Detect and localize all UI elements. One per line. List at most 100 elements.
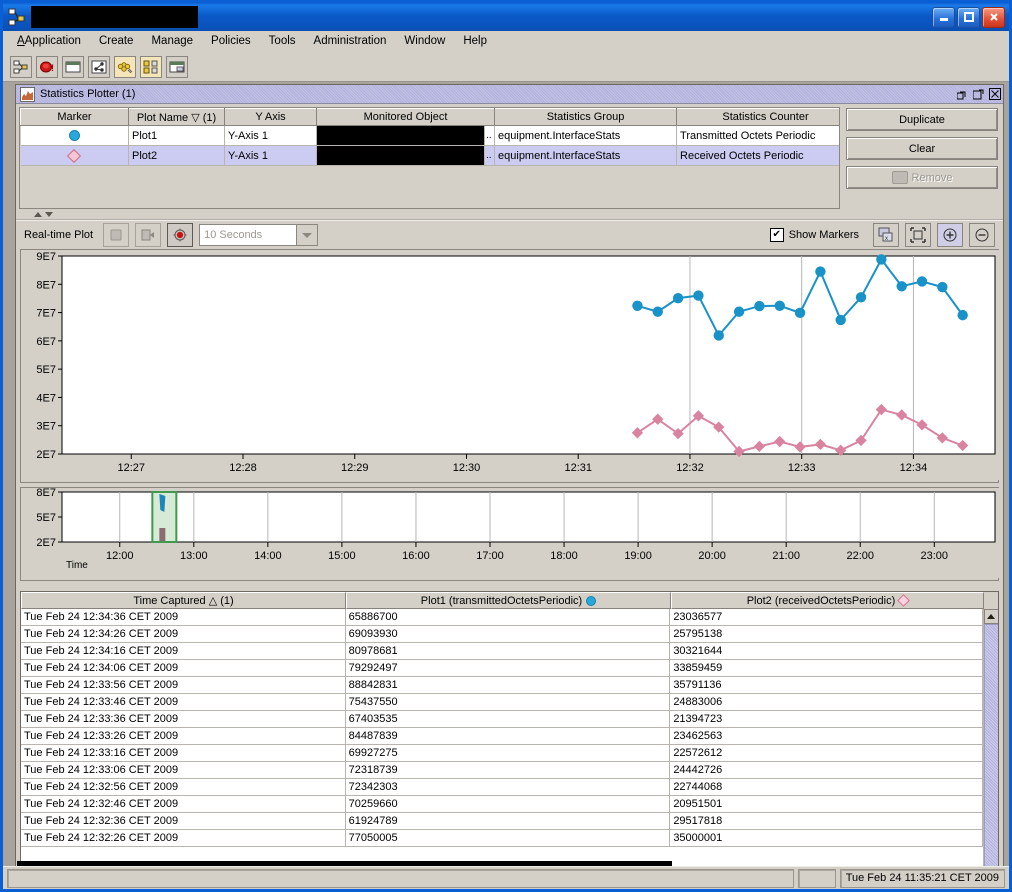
data-table-scrollbar[interactable]	[983, 609, 998, 866]
circle-marker-icon	[916, 276, 928, 287]
table-row[interactable]: Tue Feb 24 12:33:26 CET 2009 84487839 2346…	[21, 728, 983, 745]
table-row[interactable]: Tue Feb 24 12:32:46 CET 2009 70259660 2095…	[21, 796, 983, 813]
y-tick-label: 4E7	[36, 392, 56, 404]
alarm-icon[interactable]: !	[36, 55, 58, 78]
menu-help[interactable]: Help	[454, 33, 496, 49]
menu-policies[interactable]: Policies	[202, 33, 260, 49]
network-map-icon[interactable]	[88, 55, 110, 78]
menu-administration[interactable]: Administration	[305, 33, 396, 49]
overview-y-tick-label: 5E7	[36, 512, 56, 524]
topology-icon[interactable]	[10, 55, 32, 78]
checkbox-box[interactable]: ✔	[769, 228, 784, 242]
minimize-button[interactable]	[932, 6, 955, 28]
duplicate-button[interactable]: Duplicate	[846, 108, 998, 131]
plots-action-buttons: Duplicate Clear Remove	[840, 107, 1000, 209]
col-statistics-group[interactable]: Statistics Group	[494, 108, 678, 126]
pause-icon[interactable]	[103, 223, 130, 247]
table-row[interactable]: Tue Feb 24 12:34:06 CET 2009 79292497 3385…	[21, 660, 983, 677]
scroll-up-icon[interactable]	[983, 609, 998, 624]
circle-marker-icon	[672, 292, 684, 304]
scrollbar-thumb[interactable]	[983, 624, 998, 866]
plot1-value-cell: 67403535	[346, 711, 671, 727]
close-icon[interactable]	[988, 88, 1001, 101]
plots-splitter[interactable]	[16, 209, 1003, 220]
table-row[interactable]: Tue Feb 24 12:32:36 CET 2009 61924789 2951…	[21, 813, 983, 830]
show-markers-checkbox[interactable]: ✔ Show Markers	[769, 228, 859, 242]
table-row[interactable]: Tue Feb 24 12:32:56 CET 2009 72342303 2274…	[21, 779, 983, 796]
services-icon[interactable]	[114, 55, 136, 78]
col-plot2[interactable]: Plot2 (receivedOctetsPeriodic)	[671, 592, 984, 609]
overview-x-tick-label: 15:00	[328, 550, 356, 562]
col-plot-name[interactable]: Plot Name ▽ (1)	[128, 108, 225, 126]
table-row[interactable]: Tue Feb 24 12:33:06 CET 2009 72318739 2444…	[21, 762, 983, 779]
close-button[interactable]	[982, 6, 1005, 28]
time-captured-cell: Tue Feb 24 12:32:26 CET 2009	[21, 830, 346, 846]
step-icon[interactable]	[135, 223, 162, 247]
table-row[interactable]: Tue Feb 24 12:33:16 CET 2009 69927275 2257…	[21, 745, 983, 762]
table-row[interactable]: Tue Feb 24 12:34:16 CET 2009 80978681 3032…	[21, 643, 983, 660]
main-chart[interactable]: 2E7 3E7 4E7 5E7 6E7 7E7 8E7 9E7 12:27 12:28 12:29…	[20, 249, 1000, 483]
table-row[interactable]: Tue Feb 24 12:32:26 CET 2009 77050005 3500…	[21, 830, 983, 847]
statistics-group-cell: equipment.InterfaceStats	[494, 125, 678, 146]
overview-chart[interactable]: 2E7 5E7 8E7 12:00 13:00 14:00 15:00 16:00 17:00…	[20, 487, 1000, 581]
data-table-rows: Tue Feb 24 12:34:36 CET 2009 65886700 2303…	[21, 609, 983, 866]
menu-application[interactable]: AApplication	[8, 33, 90, 49]
clear-button[interactable]: Clear	[846, 137, 998, 160]
col-monitored-object[interactable]: Monitored Object	[315, 108, 496, 126]
menu-manage[interactable]: Manage	[142, 33, 202, 49]
chevron-down-icon[interactable]	[297, 224, 319, 246]
x-tick-label: 12:28	[229, 462, 257, 474]
menu-policies-label: Policies	[211, 35, 251, 47]
zoom-out-icon[interactable]	[969, 223, 995, 247]
circle-marker-icon	[896, 281, 907, 292]
status-indicator-cell	[797, 868, 836, 888]
col-time-captured-label: Time Captured △ (1)	[133, 595, 234, 607]
chart-splitter[interactable]	[16, 581, 1003, 591]
menu-tools[interactable]: Tools	[260, 33, 305, 49]
chart-icon	[20, 86, 35, 102]
export-excel-icon[interactable]: x	[873, 223, 899, 247]
splitter-down-icon[interactable]	[45, 211, 53, 217]
menu-window[interactable]: Window	[395, 33, 454, 49]
maximize-button[interactable]	[957, 6, 980, 28]
window-icon[interactable]	[62, 55, 84, 78]
time-captured-cell: Tue Feb 24 12:32:56 CET 2009	[21, 779, 346, 795]
diamond-marker-icon	[67, 148, 82, 163]
circle-marker-icon	[68, 130, 80, 141]
monitored-object-ellipsis: ..	[484, 125, 496, 146]
plot2-value-cell: 33859459	[670, 660, 983, 676]
interval-combobox[interactable]: 10 Seconds	[199, 224, 319, 246]
table-row[interactable]: Plot1 Y-Axis 1 .. equipment.InterfaceSta…	[20, 125, 839, 146]
zoom-in-icon[interactable]	[937, 223, 963, 247]
x-tick-label: 12:30	[453, 462, 481, 474]
redacted-panel	[17, 861, 672, 866]
col-y-axis[interactable]: Y Axis	[224, 108, 317, 126]
table-row[interactable]: Plot2 Y-Axis 1 .. equipment.InterfaceSta…	[20, 145, 839, 166]
overview-x-tick-label: 21:00	[772, 550, 800, 562]
plot1-value-cell: 80978681	[346, 643, 671, 659]
restore-icon[interactable]	[956, 88, 969, 101]
table-row[interactable]: Tue Feb 24 12:34:36 CET 2009 65886700 2303…	[21, 609, 983, 626]
table-row[interactable]: Tue Feb 24 12:33:36 CET 2009 67403535 2139…	[21, 711, 983, 728]
table-row[interactable]: Tue Feb 24 12:33:46 CET 2009 75437550 2488…	[21, 694, 983, 711]
col-statistics-counter[interactable]: Statistics Counter	[676, 108, 839, 126]
col-marker[interactable]: Marker	[20, 108, 129, 126]
col-time-captured[interactable]: Time Captured △ (1)	[21, 592, 346, 609]
equipment-icon[interactable]	[140, 55, 162, 78]
col-plot1[interactable]: Plot1 (transmittedOctetsPeriodic)	[346, 592, 671, 609]
col-plot1-label: Plot1 (transmittedOctetsPeriodic)	[420, 594, 583, 607]
report-icon[interactable]	[166, 55, 188, 78]
fit-to-window-icon[interactable]	[905, 223, 931, 247]
circle-marker-icon	[835, 314, 846, 326]
table-row[interactable]: Tue Feb 24 12:34:26 CET 2009 69093930 2579…	[21, 626, 983, 643]
plots-section: Marker Plot Name ▽ (1) Y Axis Monitored …	[16, 104, 1003, 209]
plot-name-cell: Plot2	[128, 145, 225, 166]
x-tick-label: 12:33	[788, 462, 816, 474]
statistics-group-cell: equipment.InterfaceStats	[494, 145, 678, 166]
table-row[interactable]: Tue Feb 24 12:33:56 CET 2009 88842831 3579…	[21, 677, 983, 694]
maximize-icon[interactable]	[972, 88, 985, 101]
menu-create[interactable]: Create	[90, 33, 143, 49]
record-icon[interactable]	[167, 223, 194, 247]
splitter-up-icon[interactable]	[34, 211, 42, 217]
interval-value[interactable]: 10 Seconds	[199, 224, 298, 246]
